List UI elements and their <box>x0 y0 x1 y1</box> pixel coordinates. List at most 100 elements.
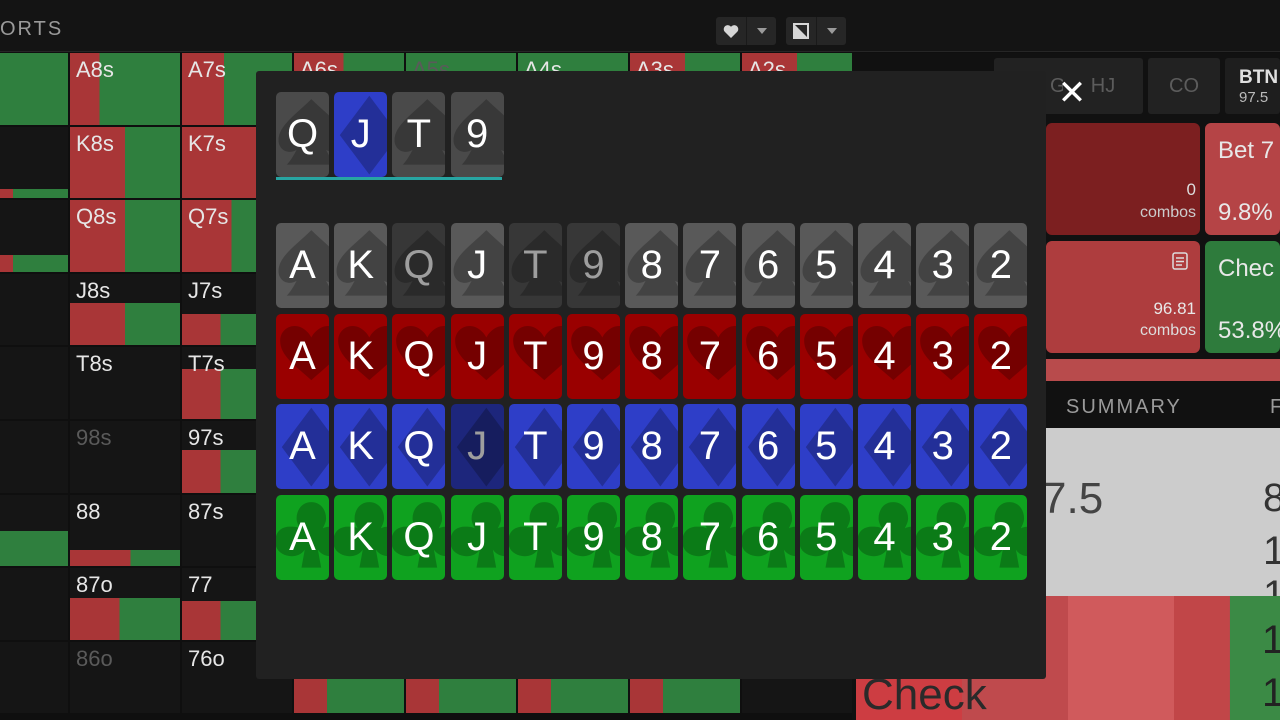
card-5-heart[interactable]: 5 <box>799 313 853 399</box>
card-rank: 5 <box>815 333 838 378</box>
card-rank: 7 <box>698 333 722 378</box>
card-5-diamond[interactable]: 5 <box>799 404 853 489</box>
card-7-spade[interactable]: 7 <box>683 223 737 308</box>
card-4-club[interactable]: 4 <box>858 494 911 580</box>
card-j-heart[interactable]: J <box>450 313 504 399</box>
card-rank: Q <box>403 243 435 287</box>
card-j-club[interactable]: J <box>450 494 504 580</box>
card-3-club[interactable]: 3 <box>916 494 970 580</box>
card-6-diamond[interactable]: 6 <box>741 404 795 489</box>
card-rank: K <box>347 333 375 378</box>
card-q-spade[interactable]: Q <box>392 223 446 308</box>
card-8-spade[interactable]: 8 <box>625 223 679 308</box>
card-a-club[interactable]: A <box>276 494 329 580</box>
card-rank: 2 <box>989 333 1013 378</box>
card-rank: J <box>350 112 371 156</box>
card-t-club[interactable]: T <box>508 494 562 580</box>
card-rank: 6 <box>756 514 780 559</box>
card-rank: 8 <box>640 514 663 559</box>
card-9-heart[interactable]: 9 <box>567 313 620 399</box>
card-rank: 9 <box>582 424 605 468</box>
card-6-club[interactable]: 6 <box>741 494 795 580</box>
card-j-spade[interactable]: J <box>450 223 504 308</box>
card-rank: 7 <box>698 514 722 559</box>
card-rank: Q <box>403 514 435 559</box>
card-rank: 2 <box>989 514 1013 559</box>
card-rank: K <box>347 514 375 559</box>
card-j-diamond[interactable]: J <box>334 92 388 177</box>
card-rank: Q <box>403 333 435 378</box>
card-rank: A <box>289 514 316 559</box>
card-7-heart[interactable]: 7 <box>683 313 737 399</box>
card-rank: J <box>467 424 488 468</box>
card-q-club[interactable]: Q <box>392 494 446 580</box>
card-9-spade[interactable]: 9 <box>450 92 504 177</box>
card-rank: 5 <box>815 424 838 468</box>
card-2-diamond[interactable]: 2 <box>974 404 1028 489</box>
card-rank: 6 <box>756 333 780 378</box>
card-8-club[interactable]: 8 <box>625 494 679 580</box>
card-rank: J <box>467 514 488 559</box>
card-rank: 9 <box>582 514 605 559</box>
card-rank: T <box>523 333 548 378</box>
card-k-club[interactable]: K <box>334 494 388 580</box>
card-8-heart[interactable]: 8 <box>625 313 679 399</box>
card-2-heart[interactable]: 2 <box>974 313 1028 399</box>
card-q-diamond[interactable]: Q <box>392 404 446 489</box>
card-t-diamond[interactable]: T <box>508 404 562 489</box>
close-icon[interactable]: ✕ <box>1055 76 1089 110</box>
card-rank: 2 <box>989 424 1013 468</box>
card-q-spade[interactable]: Q <box>276 92 329 177</box>
card-rank: 6 <box>756 243 780 287</box>
card-2-spade[interactable]: 2 <box>974 223 1028 308</box>
card-a-spade[interactable]: A <box>276 223 329 308</box>
card-4-heart[interactable]: 4 <box>858 313 911 399</box>
card-rank: J <box>467 333 488 378</box>
card-t-spade[interactable]: T <box>392 92 446 177</box>
card-8-diamond[interactable]: 8 <box>625 404 679 489</box>
card-6-heart[interactable]: 6 <box>741 313 795 399</box>
card-5-spade[interactable]: 5 <box>799 223 853 308</box>
card-t-heart[interactable]: T <box>508 313 562 399</box>
card-9-spade[interactable]: 9 <box>567 223 620 308</box>
card-rank: Q <box>286 112 319 156</box>
card-rank: A <box>289 424 316 468</box>
card-rank: A <box>289 243 316 287</box>
card-rank: 4 <box>873 424 896 468</box>
card-rank: 8 <box>640 333 663 378</box>
card-5-club[interactable]: 5 <box>799 494 853 580</box>
card-rank: J <box>467 243 488 287</box>
card-rank: Q <box>403 424 435 468</box>
card-t-spade[interactable]: T <box>508 223 562 308</box>
card-k-heart[interactable]: K <box>334 313 388 399</box>
card-9-club[interactable]: 9 <box>567 494 620 580</box>
card-3-spade[interactable]: 3 <box>916 223 970 308</box>
card-rank: 6 <box>756 424 780 468</box>
card-k-diamond[interactable]: K <box>334 404 388 489</box>
card-6-spade[interactable]: 6 <box>741 223 795 308</box>
modal-overlay: QJT9 AKQJT98765432AKQJT98765432AKQJT9876… <box>0 0 1280 720</box>
card-rank: A <box>289 333 316 378</box>
card-a-diamond[interactable]: A <box>276 404 329 489</box>
card-3-diamond[interactable]: 3 <box>916 404 970 489</box>
card-rank: T <box>523 514 548 559</box>
card-k-spade[interactable]: K <box>334 223 388 308</box>
card-7-diamond[interactable]: 7 <box>683 404 737 489</box>
card-q-heart[interactable]: Q <box>392 313 446 399</box>
card-rank: T <box>523 424 548 468</box>
card-a-heart[interactable]: A <box>276 313 329 399</box>
card-2-club[interactable]: 2 <box>974 494 1028 580</box>
card-7-club[interactable]: 7 <box>683 494 737 580</box>
card-4-spade[interactable]: 4 <box>858 223 911 308</box>
card-rank: 5 <box>815 514 838 559</box>
card-rank: 4 <box>873 243 896 287</box>
card-9-diamond[interactable]: 9 <box>567 404 620 489</box>
card-3-heart[interactable]: 3 <box>916 313 970 399</box>
card-j-diamond[interactable]: J <box>450 404 504 489</box>
card-rank: 3 <box>931 243 954 287</box>
card-rank: 2 <box>989 243 1013 287</box>
card-4-diamond[interactable]: 4 <box>858 404 911 489</box>
card-rank: 9 <box>582 243 605 287</box>
card-rank: 9 <box>582 333 605 378</box>
card-rank: T <box>523 243 548 287</box>
